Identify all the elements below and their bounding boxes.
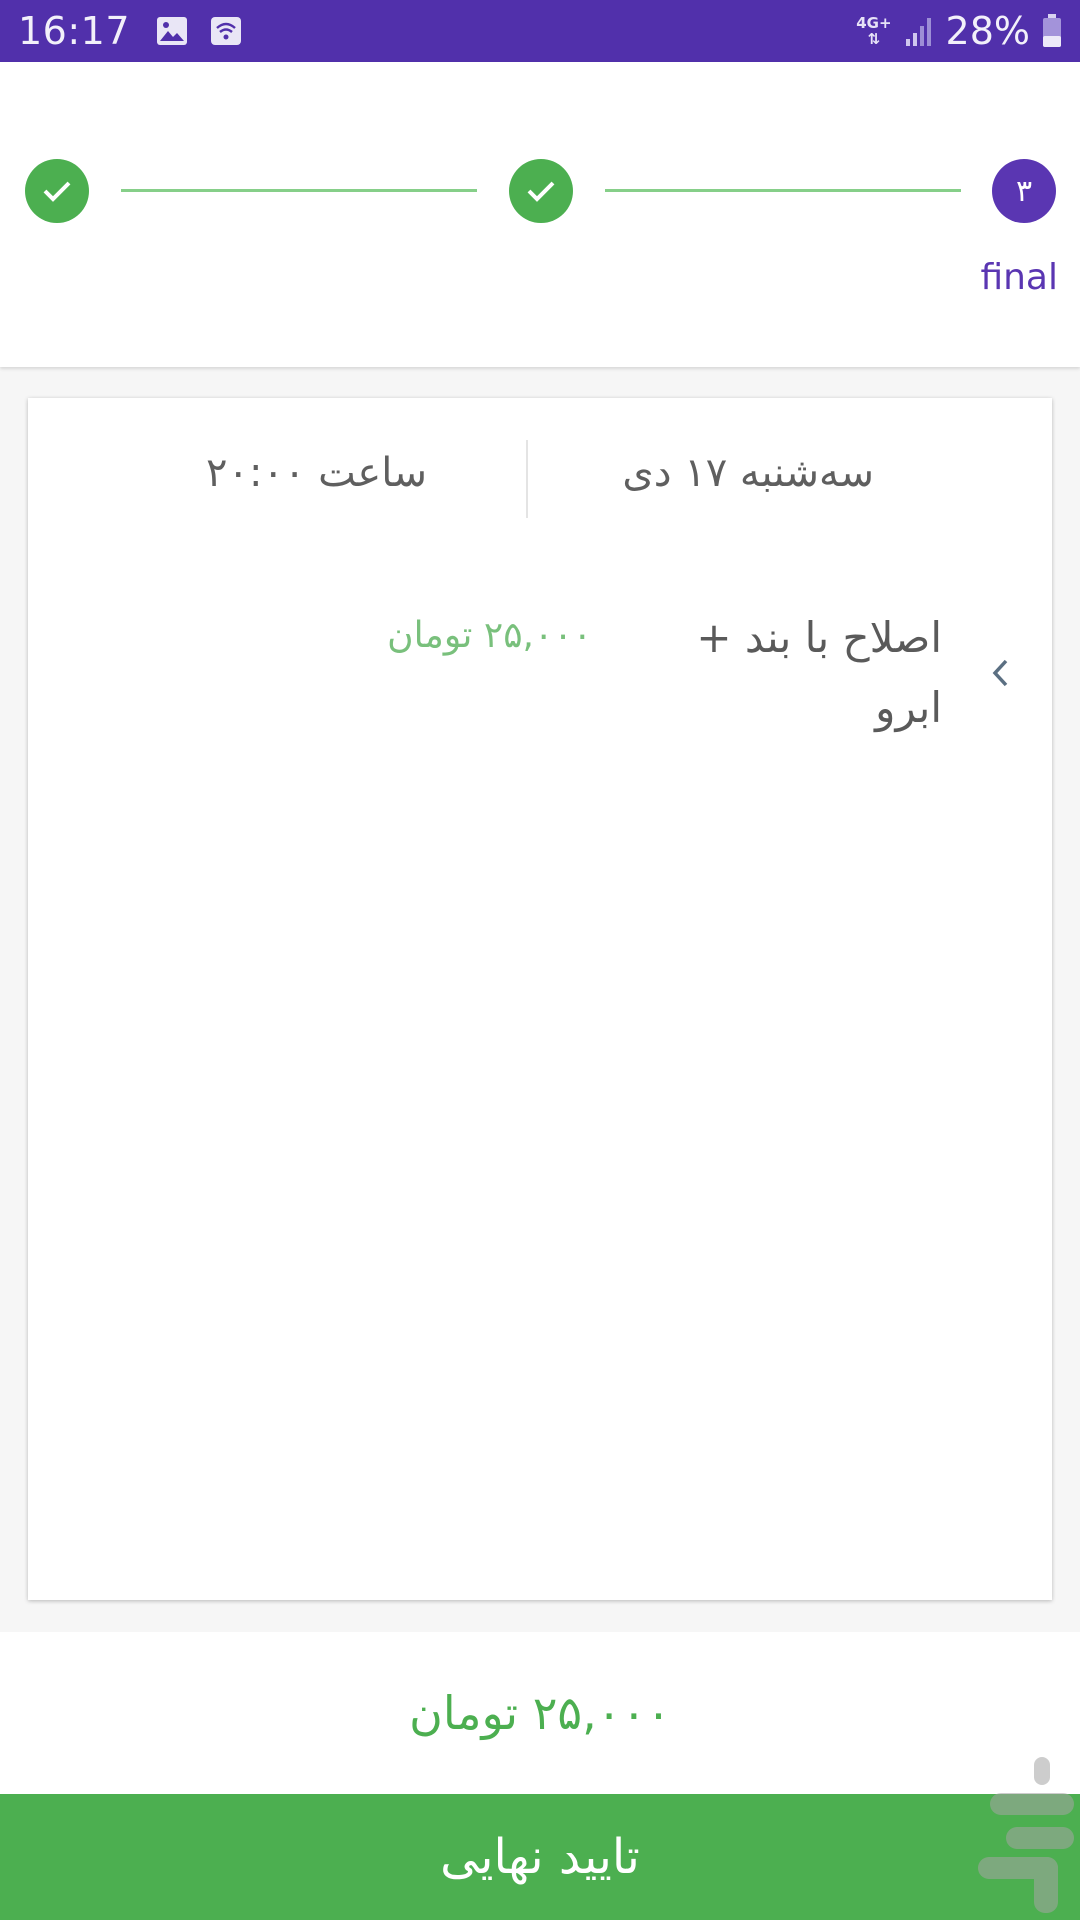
booking-date: سه‌شنبه ۱۷ دی (622, 450, 874, 496)
step-connector-2 (605, 189, 961, 192)
step-connector-1 (121, 189, 477, 192)
service-name: اصلاح با بند + ابرو (696, 613, 942, 732)
battery-icon (1043, 14, 1061, 47)
step-3-active: ۳ (992, 159, 1056, 223)
step-1-done (25, 159, 89, 223)
total-amount: ۲۵,۰۰۰ تومان (409, 1686, 671, 1740)
network-type: 4G+ ⇅ (856, 14, 892, 48)
step-2-done (509, 159, 573, 223)
booking-summary-card: سه‌شنبه ۱۷ دی ساعت ۲۰:۰۰ اصلاح با بند + … (28, 398, 1052, 1600)
service-item[interactable]: اصلاح با بند + ابرو ۲۵,۰۰۰ تومان (28, 603, 1052, 763)
battery-percent: 28% (945, 9, 1030, 53)
total-bar: ۲۵,۰۰۰ تومان (0, 1632, 1080, 1794)
status-bar: 16:17 4G+ ⇅ 28% (0, 0, 1080, 62)
divider (526, 440, 528, 518)
image-icon (157, 17, 188, 45)
check-icon (43, 181, 71, 202)
notification-icons (156, 16, 242, 46)
confirm-button[interactable]: تایید نهایی (0, 1794, 1080, 1920)
booking-time: ساعت ۲۰:۰۰ (206, 450, 427, 496)
chevron-left-icon[interactable] (986, 655, 1014, 691)
step-label: final (980, 257, 1058, 298)
step-number: ۳ (1015, 173, 1033, 209)
system-icons: 4G+ ⇅ 28% (856, 9, 1062, 53)
clock: 16:17 (18, 9, 131, 53)
wifi-call-icon (211, 17, 242, 45)
store-logo-watermark (978, 1757, 1074, 1913)
progress-stepper: ۳ final (0, 62, 1080, 367)
signal-icon (905, 18, 931, 46)
check-icon (527, 181, 555, 202)
service-price: ۲۵,۰۰۰ تومان (387, 615, 592, 656)
